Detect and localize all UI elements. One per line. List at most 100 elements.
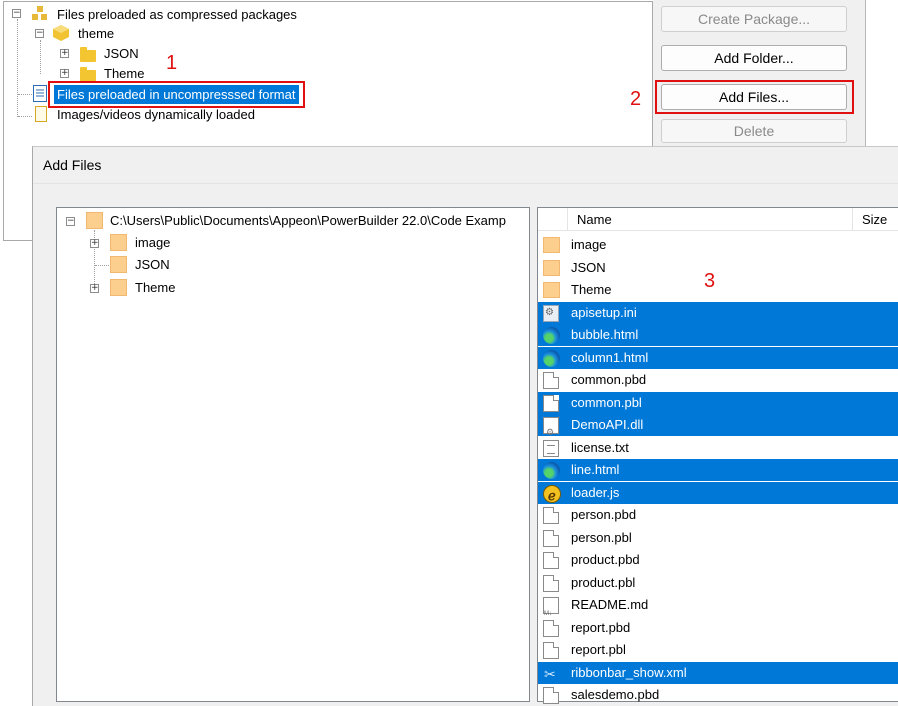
file-list-row[interactable]: product.pbd — [538, 549, 898, 571]
file-list-row[interactable]: salesdemo.pbd — [538, 684, 898, 706]
folder-tree-pane[interactable] — [56, 207, 530, 702]
folder-icon — [543, 237, 560, 253]
markdown-file-icon — [543, 597, 559, 625]
tree-item-theme-folder[interactable]: Theme — [104, 66, 144, 82]
file-list-row[interactable]: loader.js — [538, 481, 898, 507]
file-list-row[interactable]: ribbonbar_show.xml — [538, 661, 898, 685]
file-icon — [543, 574, 559, 592]
file-name: ribbonbar_show.xml — [571, 664, 687, 680]
tree-item-json[interactable]: JSON — [104, 46, 139, 62]
add-folder-button[interactable]: Add Folder... — [661, 45, 847, 71]
file-name: bubble.html — [571, 327, 639, 342]
file-list-row[interactable]: common.pbd — [538, 369, 898, 391]
file-icon — [543, 529, 559, 547]
packages-icon — [31, 6, 49, 22]
folder-tree-item[interactable]: JSON — [135, 257, 170, 273]
collapse-toggle-icon[interactable]: − — [66, 217, 75, 226]
xml-file-icon — [543, 663, 559, 685]
file-name: loader.js — [571, 484, 620, 500]
text-file-icon — [543, 439, 559, 457]
file-list-row[interactable]: bubble.html — [538, 324, 898, 346]
file-name: license.txt — [571, 439, 629, 455]
dll-file-icon — [543, 417, 559, 443]
column-divider[interactable] — [567, 208, 568, 230]
file-name: person.pbd — [571, 507, 637, 522]
file-name: salesdemo.pbd — [571, 687, 660, 702]
folder-icon — [543, 259, 560, 276]
folder-icon — [110, 279, 127, 296]
file-list-row[interactable]: README.md — [538, 594, 898, 625]
file-icon — [543, 507, 559, 524]
expand-toggle-icon[interactable]: + — [90, 239, 99, 248]
delete-button[interactable]: Delete — [661, 119, 847, 143]
file-name: DemoAPI.dll — [571, 417, 644, 432]
folder-path[interactable]: C:\Users\Public\Documents\Appeon\PowerBu… — [110, 213, 506, 229]
file-list-row[interactable]: apisetup.ini — [538, 301, 898, 324]
file-list-row[interactable]: person.pbl — [538, 527, 898, 549]
tree-item-dynamic-loaded[interactable]: Images/videos dynamically loaded — [57, 107, 255, 123]
file-list-row[interactable]: line.html — [538, 459, 898, 481]
column-name-header[interactable]: Name — [577, 212, 612, 227]
file-list-row[interactable]: license.txt — [538, 437, 898, 459]
tree-connector — [95, 265, 109, 266]
tree-item-compressed-packages[interactable]: Files preloaded as compressed packages — [57, 7, 297, 23]
tree-connector — [40, 40, 41, 74]
file-icon — [543, 619, 559, 637]
file-name: JSON — [571, 259, 606, 275]
edge-html-icon — [543, 462, 560, 479]
file-list-row[interactable]: report.pbd — [538, 617, 898, 639]
annotation-highlight-box — [655, 80, 854, 114]
tree-connector — [18, 116, 32, 117]
folder-icon — [543, 282, 560, 298]
file-name: image — [571, 237, 607, 252]
ini-file-icon — [543, 304, 559, 322]
annotation-highlight-box — [48, 81, 305, 108]
annotation-2: 2 — [630, 88, 642, 110]
file-list-row[interactable]: DemoAPI.dll — [538, 414, 898, 443]
expand-toggle-icon[interactable]: + — [60, 69, 69, 78]
folder-icon — [110, 234, 127, 251]
file-name: README.md — [571, 597, 649, 612]
annotation-1: 1 — [166, 52, 178, 74]
file-name: common.pbd — [571, 372, 647, 387]
file-list-row[interactable]: image — [538, 234, 898, 256]
file-name: apisetup.ini — [571, 304, 637, 320]
file-name: common.pbl — [571, 394, 642, 410]
file-icon — [543, 372, 559, 389]
file-name: report.pbd — [571, 619, 631, 635]
file-icon — [543, 552, 559, 569]
file-list-row[interactable]: JSON — [538, 257, 898, 279]
expand-toggle-icon[interactable]: + — [60, 49, 69, 58]
file-name: product.pbd — [571, 552, 640, 567]
file-list-row[interactable]: common.pbl — [538, 391, 898, 414]
file-name: report.pbl — [571, 642, 626, 657]
column-divider[interactable] — [852, 208, 853, 230]
file-name: line.html — [571, 462, 620, 477]
file-list-row[interactable]: product.pbl — [538, 572, 898, 594]
file-list-row[interactable]: column1.html — [538, 346, 898, 369]
column-size-header[interactable]: Size — [862, 212, 887, 227]
tree-connector — [17, 19, 18, 117]
edge-html-icon — [543, 349, 560, 367]
file-name: product.pbl — [571, 574, 636, 590]
js-file-icon — [543, 484, 561, 507]
annotation-3: 3 — [704, 270, 716, 292]
create-package-button[interactable]: Create Package... — [661, 6, 847, 32]
folder-tree-item[interactable]: image — [135, 235, 170, 251]
file-icon — [543, 687, 559, 704]
folder-icon — [86, 212, 103, 229]
file-list-row[interactable]: report.pbl — [538, 639, 898, 661]
file-icon — [543, 394, 559, 412]
file-list-row[interactable]: person.pbd — [538, 504, 898, 526]
tree-item-theme[interactable]: theme — [78, 26, 114, 42]
file-list-row[interactable]: Theme — [538, 279, 898, 301]
folder-tree-item[interactable]: Theme — [135, 280, 175, 296]
document-icon — [35, 106, 47, 122]
collapse-toggle-icon[interactable]: − — [12, 9, 21, 18]
expand-toggle-icon[interactable]: + — [90, 284, 99, 293]
dialog-title: Add Files — [43, 157, 102, 173]
file-name: column1.html — [571, 349, 649, 365]
edge-html-icon — [543, 327, 560, 344]
collapse-toggle-icon[interactable]: − — [35, 29, 44, 38]
tree-connector — [18, 94, 32, 95]
